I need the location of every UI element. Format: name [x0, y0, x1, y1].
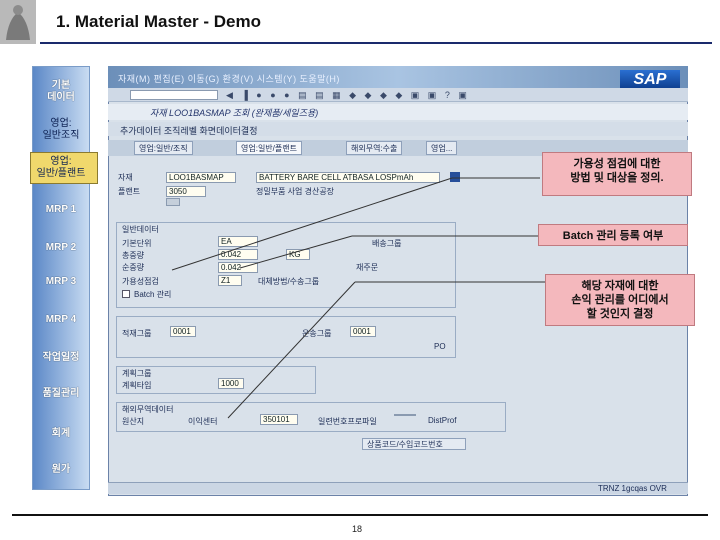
callout-profit-center: 해당 자재에 대한 손익 관리를 어디에서 할 것인지 결정 [545, 274, 695, 326]
page-number: 18 [352, 524, 363, 534]
callout-arrow-line [239, 235, 353, 269]
callout-arrows [171, 177, 545, 419]
callout-availability: 가용성 점검에 대한 방법 및 대상을 정의. [542, 152, 692, 196]
callout-batch: Batch 관리 등록 여부 [538, 224, 688, 246]
callout-arrow-line [171, 177, 453, 271]
callout-arrow-line [227, 281, 356, 419]
footer-divider [12, 514, 708, 516]
